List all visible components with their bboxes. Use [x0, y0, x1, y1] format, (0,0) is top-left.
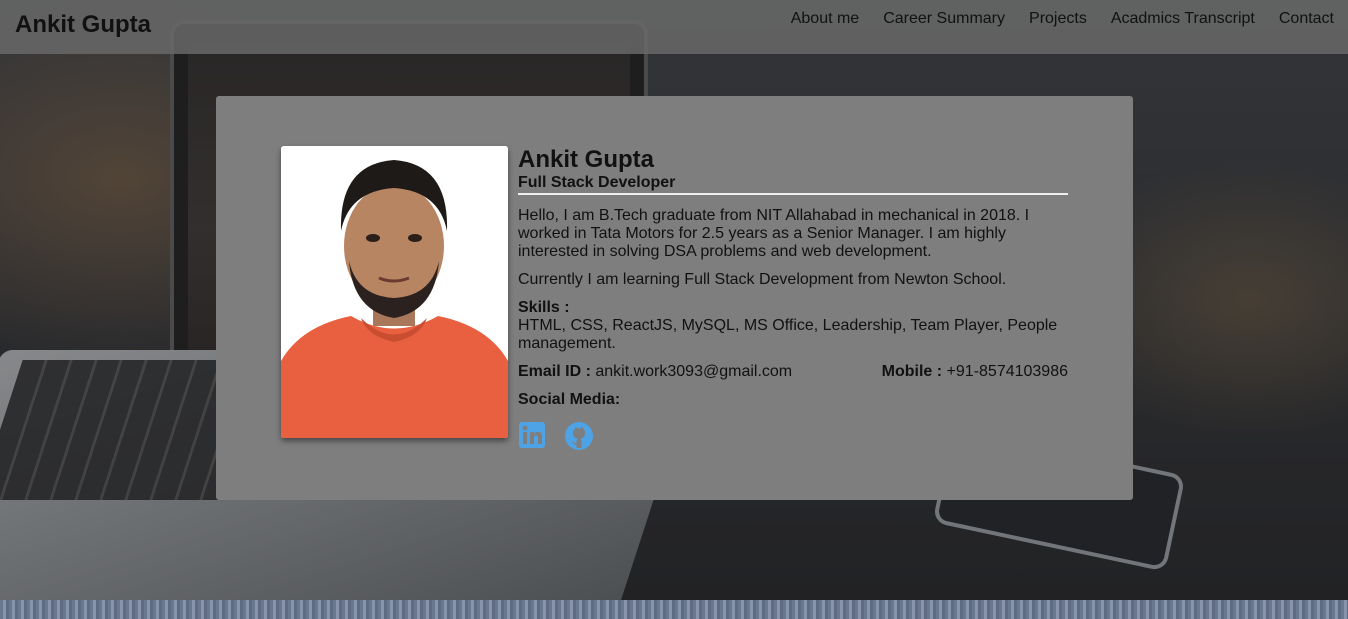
nav-about[interactable]: About me [791, 10, 859, 28]
email-block: Email ID : ankit.work3093@gmail.com [518, 363, 792, 381]
nav-menu: About me Career Summary Projects Acadmic… [791, 10, 1334, 28]
mobile-value[interactable]: +91-8574103986 [947, 363, 1068, 380]
skills-section: Skills : HTML, CSS, ReactJS, MySQL, MS O… [518, 299, 1068, 353]
nav-projects[interactable]: Projects [1029, 10, 1087, 28]
bottom-texture [0, 600, 1348, 619]
linkedin-icon[interactable] [518, 421, 548, 451]
divider [518, 193, 1068, 195]
bio-text: Hello, I am B.Tech graduate from NIT All… [518, 207, 1030, 260]
social-links [518, 421, 1068, 451]
github-icon[interactable] [564, 421, 594, 451]
learning-text: Currently I am learning Full Stack Devel… [518, 271, 1007, 288]
profile-photo [281, 146, 508, 438]
skills-text: HTML, CSS, ReactJS, MySQL, MS Office, Le… [518, 317, 1058, 352]
nav-career-summary[interactable]: Career Summary [883, 10, 1005, 28]
mobile-label: Mobile : [881, 363, 943, 380]
email-label: Email ID : [518, 363, 591, 380]
profile-card: Ankit Gupta Full Stack Developer Hello, … [216, 96, 1133, 500]
brand-logo[interactable]: Ankit Gupta [15, 11, 151, 39]
profile-content: Ankit Gupta Full Stack Developer Hello, … [518, 146, 1068, 451]
profile-name: Ankit Gupta [518, 146, 654, 173]
social-label: Social Media: [518, 391, 621, 408]
skills-label: Skills : [518, 299, 570, 316]
nav-contact[interactable]: Contact [1279, 10, 1334, 28]
mobile-block: Mobile : +91-8574103986 [882, 363, 1068, 381]
email-value[interactable]: ankit.work3093@gmail.com [595, 363, 792, 380]
top-navbar: Ankit Gupta About me Career Summary Proj… [0, 0, 1348, 54]
profile-role: Full Stack Developer [518, 174, 676, 191]
contact-row: Email ID : ankit.work3093@gmail.com Mobi… [518, 363, 1068, 381]
nav-academics-transcript[interactable]: Acadmics Transcript [1111, 10, 1255, 28]
